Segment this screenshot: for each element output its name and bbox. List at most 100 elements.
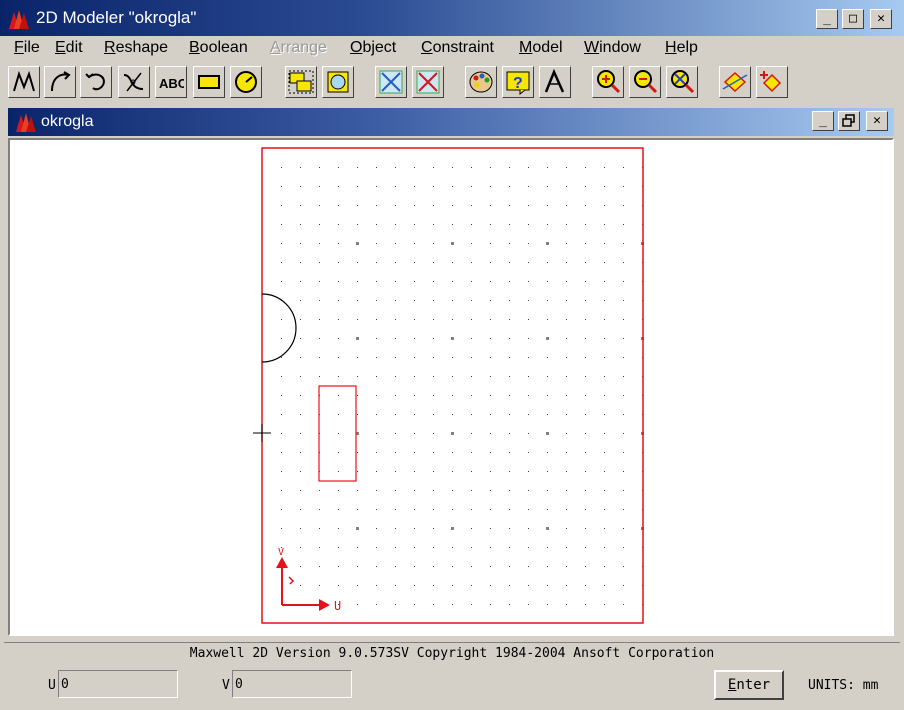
grid-dot: [471, 585, 472, 586]
grid-dot: [300, 490, 301, 491]
grid-dot: [623, 224, 624, 225]
grid-dot: [414, 490, 415, 491]
zoom-fit-button[interactable]: [666, 66, 698, 98]
polyline-button[interactable]: [8, 66, 40, 98]
grid-dot: [281, 167, 282, 168]
grid-dot: [395, 509, 396, 510]
spline-icon: [123, 72, 144, 92]
grid-dot: [414, 433, 415, 434]
grid-dot: [490, 167, 491, 168]
ungroup-button[interactable]: [322, 66, 354, 98]
v-coord-input[interactable]: 0: [232, 670, 352, 698]
half-circle-arc[interactable]: [261, 293, 297, 363]
fit-all-button[interactable]: [719, 66, 751, 98]
grid-dot: [471, 414, 472, 415]
grid-dot: [509, 224, 510, 225]
intersect-button[interactable]: [375, 66, 407, 98]
text-button[interactable]: ABC: [155, 66, 187, 98]
grid-dot: [281, 281, 282, 282]
child-close-button[interactable]: ✕: [866, 111, 888, 131]
child-restore-button[interactable]: [838, 111, 860, 131]
grid-dot: [471, 490, 472, 491]
grid-dot: [319, 547, 320, 548]
grid-dot: [376, 528, 377, 529]
menu-boolean[interactable]: Boolean: [189, 39, 248, 57]
grid-dot: [547, 357, 548, 358]
grid-dot: [471, 243, 472, 244]
grid-dot: [528, 186, 529, 187]
pointer-button[interactable]: [539, 66, 571, 98]
grid-dot: [604, 414, 605, 415]
group-button[interactable]: [285, 66, 317, 98]
measure-button[interactable]: [756, 66, 788, 98]
subtract-button[interactable]: [412, 66, 444, 98]
grid-dot: [490, 490, 491, 491]
palette-button[interactable]: [465, 66, 497, 98]
grid-dot: [604, 300, 605, 301]
grid-dot: [414, 566, 415, 567]
menu-edit[interactable]: Edit: [55, 39, 83, 57]
menu-window[interactable]: Window: [584, 39, 641, 57]
menu-constraint[interactable]: Constraint: [421, 39, 494, 57]
grid-dot: [604, 243, 605, 244]
menu-reshape[interactable]: Reshape: [104, 39, 168, 57]
grid-dot: [471, 281, 472, 282]
grid-dot: [281, 224, 282, 225]
grid-dot: [357, 547, 358, 548]
arc-button[interactable]: [44, 66, 76, 98]
grid-dot: [623, 243, 624, 244]
ungroup-icon: [327, 71, 349, 93]
grid-dot: [566, 224, 567, 225]
grid-dot: [395, 262, 396, 263]
grid-dot: [471, 224, 472, 225]
grid-dot: [414, 262, 415, 263]
grid-dot: [338, 490, 339, 491]
grid-dot: [376, 452, 377, 453]
grid-dot: [490, 433, 491, 434]
menu-file[interactable]: File: [14, 39, 40, 57]
grid-dot: [604, 547, 605, 548]
grid-dot: [528, 528, 529, 529]
grid-dot: [281, 528, 282, 529]
close-button[interactable]: ✕: [870, 9, 892, 29]
zoom-out-button[interactable]: [629, 66, 661, 98]
circle-button[interactable]: [230, 66, 262, 98]
rectangle-button[interactable]: [193, 66, 225, 98]
menu-model[interactable]: Model: [519, 39, 563, 57]
rectangle-object[interactable]: [318, 385, 357, 482]
grid-dot: [547, 604, 548, 605]
rotate-arc-button[interactable]: [80, 66, 112, 98]
menu-object[interactable]: Object: [350, 39, 396, 57]
grid-dot: [509, 604, 510, 605]
help-button[interactable]: ?: [502, 66, 534, 98]
child-minimize-button[interactable]: _: [812, 111, 834, 131]
grid-dot: [395, 376, 396, 377]
grid-dot: [490, 243, 491, 244]
minimize-button[interactable]: _: [816, 9, 838, 29]
grid-dot: [414, 471, 415, 472]
grid-dot: [414, 452, 415, 453]
grid-dot: [338, 471, 339, 472]
grid-dot: [566, 585, 567, 586]
u-coord-input[interactable]: 0: [58, 670, 178, 698]
grid-dot: [376, 433, 377, 434]
enter-button[interactable]: Enter: [714, 670, 784, 700]
grid-dot: [376, 167, 377, 168]
drawing-svg[interactable]: U V: [10, 140, 892, 634]
menu-help[interactable]: Help: [665, 39, 698, 57]
grid-dot: [300, 300, 301, 301]
grid-dot: [376, 224, 377, 225]
grid-dot: [471, 528, 472, 529]
zoom-in-button[interactable]: [592, 66, 624, 98]
grid-dot: [528, 471, 529, 472]
grid-dot: [452, 186, 453, 187]
grid-dot: [471, 604, 472, 605]
grid-dot: [376, 604, 377, 605]
spline-button[interactable]: [118, 66, 150, 98]
grid-dot: [623, 414, 624, 415]
grid-dot: [376, 509, 377, 510]
grid-dot: [433, 604, 434, 605]
grid-dot: [547, 509, 548, 510]
major-grid-dot: [451, 242, 454, 245]
maximize-button[interactable]: □: [842, 9, 864, 29]
